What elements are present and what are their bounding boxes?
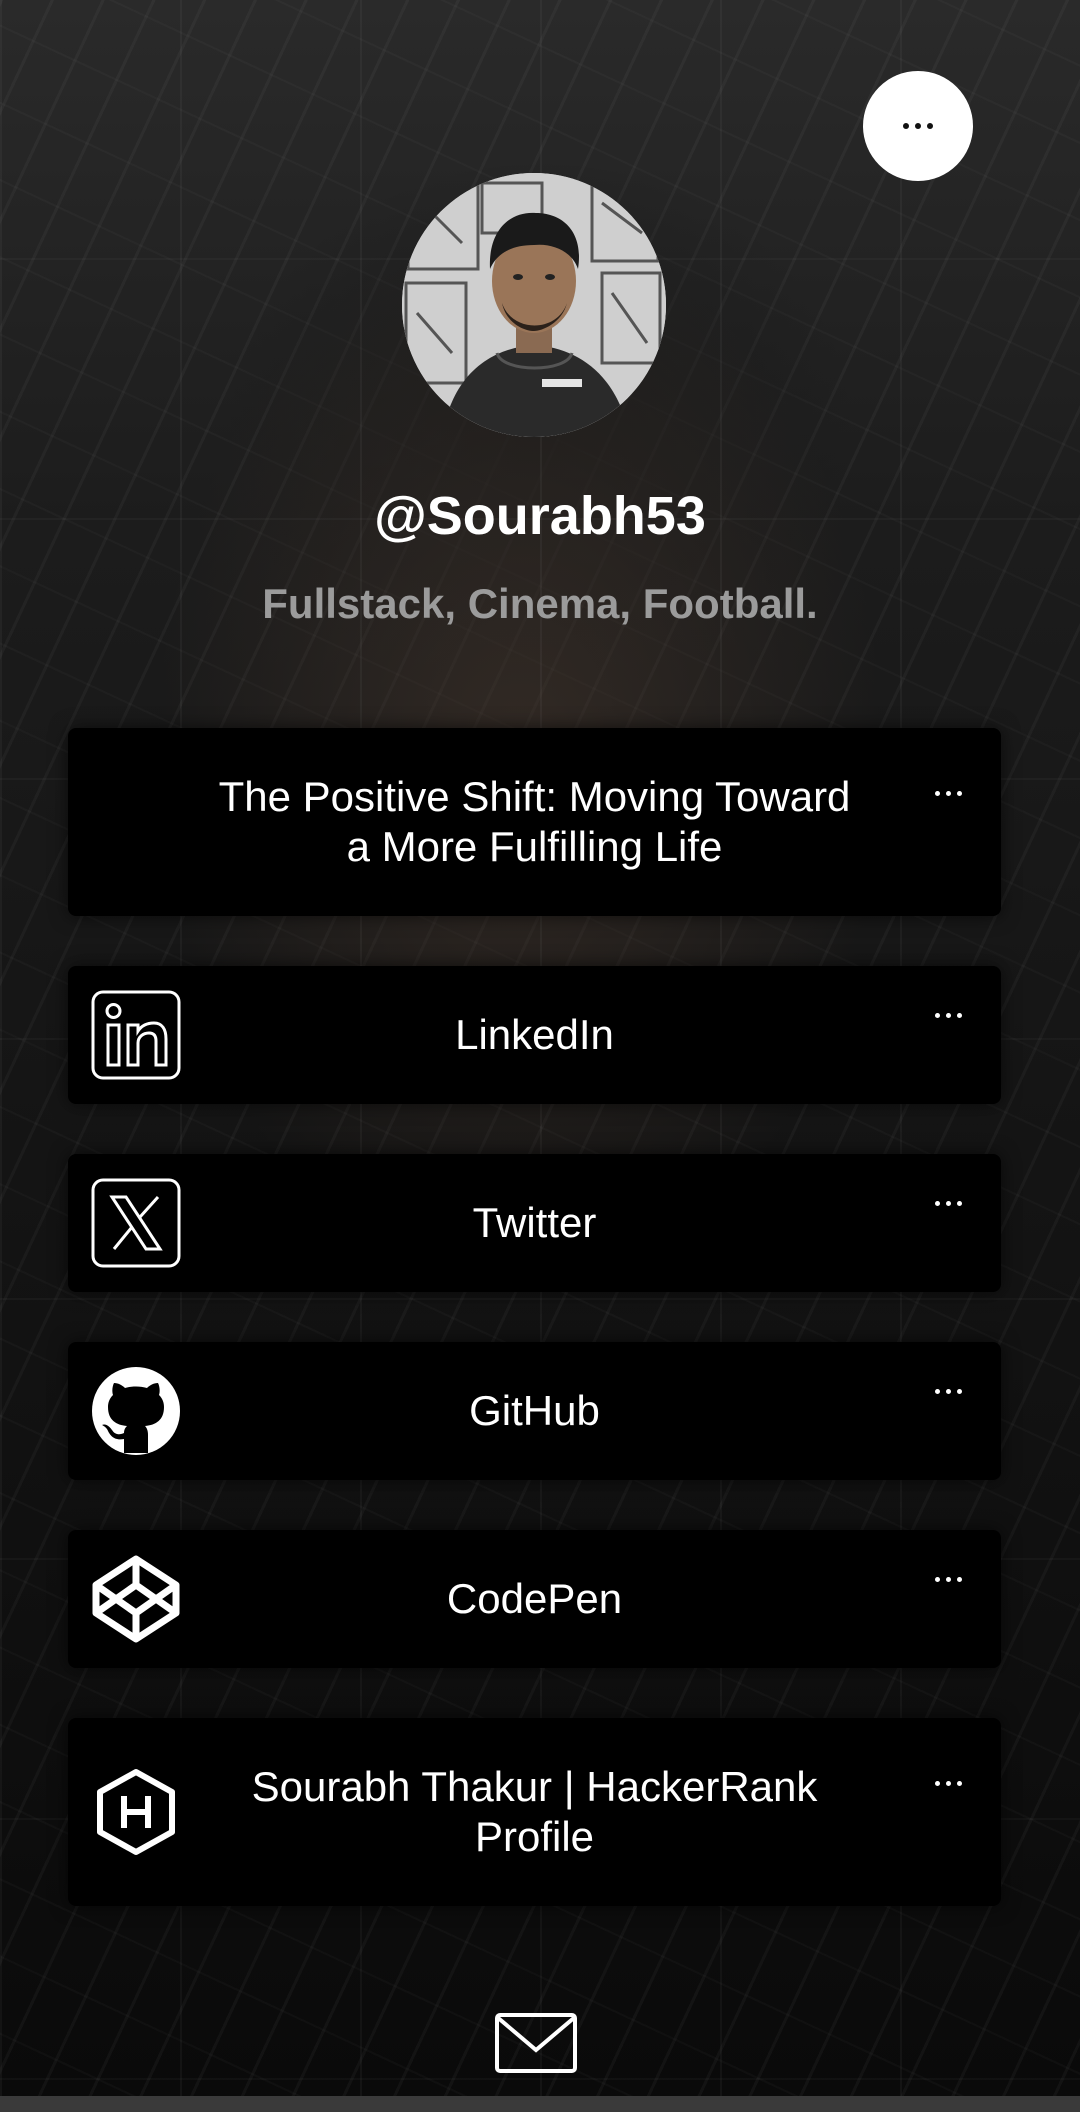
link-more-options-button[interactable] <box>923 1378 973 1404</box>
hackerrank-icon <box>88 1764 184 1860</box>
link-label: The Positive Shift: Moving Toward a More… <box>218 773 851 870</box>
more-horizontal-icon <box>934 1576 962 1582</box>
profile-page: @Sourabh53 Fullstack, Cinema, Football. … <box>0 0 1080 2112</box>
github-icon <box>88 1363 184 1459</box>
codepen-icon <box>88 1551 184 1647</box>
link-more-options-button[interactable] <box>923 1770 973 1796</box>
link-more-options-button[interactable] <box>923 1566 973 1592</box>
link-more-options-button[interactable] <box>923 780 973 806</box>
avatar-photo <box>402 173 666 437</box>
link-label: GitHub <box>469 1387 600 1434</box>
profile-username: @Sourabh53 <box>374 486 706 546</box>
avatar <box>402 173 666 437</box>
mail-icon[interactable] <box>494 2012 578 2074</box>
link-card-github[interactable]: GitHub <box>68 1342 1001 1480</box>
more-horizontal-icon <box>903 123 933 129</box>
link-label: CodePen <box>446 1575 623 1622</box>
x-twitter-icon <box>88 1175 184 1271</box>
link-more-options-button[interactable] <box>923 1190 973 1216</box>
linkedin-icon <box>88 987 184 1083</box>
link-label: Twitter <box>472 1199 597 1246</box>
bottom-divider <box>0 2096 1080 2112</box>
profile-bio: Fullstack, Cinema, Football. <box>262 580 818 627</box>
link-card-positive-shift[interactable]: The Positive Shift: Moving Toward a More… <box>68 728 1001 916</box>
link-more-options-button[interactable] <box>923 1002 973 1028</box>
more-horizontal-icon <box>934 790 962 796</box>
link-card-hackerrank[interactable]: Sourabh Thakur | HackerRank Profile <box>68 1718 1001 1906</box>
link-label: Sourabh Thakur | HackerRank Profile <box>251 1763 818 1860</box>
link-card-linkedin[interactable]: LinkedIn <box>68 966 1001 1104</box>
more-horizontal-icon <box>934 1388 962 1394</box>
more-horizontal-icon <box>934 1780 962 1786</box>
more-horizontal-icon <box>934 1012 962 1018</box>
link-label: LinkedIn <box>455 1011 614 1058</box>
link-card-twitter[interactable]: Twitter <box>68 1154 1001 1292</box>
link-card-codepen[interactable]: CodePen <box>68 1530 1001 1668</box>
page-more-options-button[interactable] <box>863 71 973 181</box>
more-horizontal-icon <box>934 1200 962 1206</box>
